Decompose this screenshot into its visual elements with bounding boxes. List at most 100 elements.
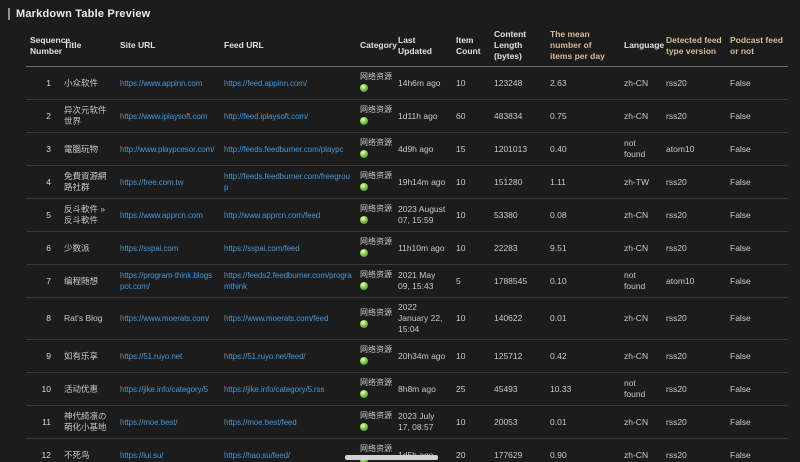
cell-language: zh-CN — [620, 406, 662, 439]
table-row: 9 如有乐享 https://51.ruyo.net https://51.ru… — [26, 340, 788, 373]
green-circle-icon — [360, 183, 368, 191]
green-circle-icon — [360, 320, 368, 328]
cell-category: 网络资源 — [356, 232, 394, 265]
table-row: 2 异次元软件世界 https://www.iplaysoft.com http… — [26, 100, 788, 133]
cell-item-count: 20 — [452, 439, 490, 462]
cell-content-length: 53380 — [490, 199, 546, 232]
cell-site-url: https://www.moerats.com/ — [116, 298, 220, 340]
cell-content-length: 123248 — [490, 67, 546, 100]
cell-category: 网络资源 — [356, 67, 394, 100]
url-link[interactable]: https://jike.info/category/5.rss — [224, 385, 324, 394]
cell-language: not found — [620, 133, 662, 166]
cell-mean-items: 0.01 — [546, 406, 620, 439]
cell-item-count: 10 — [452, 232, 490, 265]
cell-feed-type: atom10 — [662, 133, 726, 166]
cell-last-updated: 19h14m ago — [394, 166, 452, 199]
url-link[interactable]: https://sspai.com/feed — [224, 244, 300, 253]
url-link[interactable]: http://feeds.feedburner.com/playpc — [224, 145, 343, 154]
table-header: Sequence NumberTitleSite URLFeed URLCate… — [26, 25, 788, 67]
category-label: 网络资源 — [360, 104, 390, 115]
page-title: Markdown Table Preview — [16, 8, 150, 20]
cell-sequence-number: 8 — [26, 298, 60, 340]
url-link[interactable]: https://moe.best/feed — [224, 418, 297, 427]
cell-item-count: 10 — [452, 340, 490, 373]
cell-mean-items: 0.01 — [546, 298, 620, 340]
cell-language: zh-CN — [620, 232, 662, 265]
cell-content-length: 45493 — [490, 373, 546, 406]
cell-feed-url: http://feeds.feedburner.com/playpc — [220, 133, 356, 166]
cell-language: zh-TW — [620, 166, 662, 199]
table-row: 3 電腦玩物 http://www.playpcesor.com/ http:/… — [26, 133, 788, 166]
url-link[interactable]: https://sspai.com — [120, 244, 178, 253]
cell-feed-type: rss20 — [662, 100, 726, 133]
cell-item-count: 10 — [452, 166, 490, 199]
cell-item-count: 5 — [452, 265, 490, 298]
url-link[interactable]: http://www.apprcn.com/feed — [224, 211, 320, 220]
cell-title: 如有乐享 — [60, 340, 116, 373]
category-label: 网络资源 — [360, 269, 390, 280]
url-link[interactable]: https://51.ruyo.net — [120, 352, 182, 361]
table-row: 8 Rat's Blog https://www.moerats.com/ ht… — [26, 298, 788, 340]
cell-language: zh-CN — [620, 340, 662, 373]
url-link[interactable]: https://feed.appinn.com/ — [224, 79, 307, 88]
cell-language: zh-CN — [620, 199, 662, 232]
cell-category: 网络资源 — [356, 100, 394, 133]
cell-site-url: https://51.ruyo.net — [116, 340, 220, 373]
cell-title: 异次元软件世界 — [60, 100, 116, 133]
column-header-item_count: Item Count — [452, 25, 490, 67]
url-link[interactable]: https://www.apprcn.com — [120, 211, 203, 220]
table-row: 7 编程随想 https://program-think.blogspot.co… — [26, 265, 788, 298]
cell-language: zh-CN — [620, 298, 662, 340]
cell-mean-items: 0.40 — [546, 133, 620, 166]
url-link[interactable]: http://feed.iplaysoft.com/ — [224, 112, 308, 121]
url-link[interactable]: https://free.com.tw — [120, 178, 183, 187]
cell-feed-type: rss20 — [662, 166, 726, 199]
cell-feed-type: rss20 — [662, 67, 726, 100]
url-link[interactable]: https://jike.info/category/5 — [120, 385, 208, 394]
cell-feed-url: http://feeds.feedburner.com/freegroup — [220, 166, 356, 199]
preview-header: Markdown Table Preview — [0, 0, 800, 25]
cell-feed-url: https://sspai.com/feed — [220, 232, 356, 265]
url-link[interactable]: https://feeds2.feedburner.com/programthi… — [224, 271, 352, 291]
url-link[interactable]: https://iui.su/ — [120, 451, 163, 460]
cell-feed-url: https://51.ruyo.net/feed/ — [220, 340, 356, 373]
cell-last-updated: 2022 January 22, 15:04 — [394, 298, 452, 340]
cell-site-url: https://moe.best/ — [116, 406, 220, 439]
url-link[interactable]: https://www.moerats.com/feed — [224, 314, 328, 323]
cell-feed-type: rss20 — [662, 373, 726, 406]
column-header-last_updated: Last Updated — [394, 25, 452, 67]
cell-feed-type: rss20 — [662, 406, 726, 439]
url-link[interactable]: https://51.ruyo.net/feed/ — [224, 352, 306, 361]
cell-mean-items: 2.63 — [546, 67, 620, 100]
url-link[interactable]: http://feeds.feedburner.com/freegroup — [224, 172, 350, 192]
cell-podcast: False — [726, 265, 788, 298]
cell-content-length: 177629 — [490, 439, 546, 462]
cell-podcast: False — [726, 406, 788, 439]
cell-last-updated: 2021 May 09, 15:43 — [394, 265, 452, 298]
cell-content-length: 1201013 — [490, 133, 546, 166]
cell-title: 少数派 — [60, 232, 116, 265]
cell-sequence-number: 7 — [26, 265, 60, 298]
cell-podcast: False — [726, 67, 788, 100]
url-link[interactable]: https://program-think.blogspot.com/ — [120, 271, 212, 291]
cell-sequence-number: 11 — [26, 406, 60, 439]
url-link[interactable]: https://www.moerats.com/ — [120, 314, 209, 323]
horizontal-scrollbar-thumb[interactable] — [345, 455, 438, 460]
url-link[interactable]: https://hao.su/feed/ — [224, 451, 290, 460]
url-link[interactable]: https://moe.best/ — [120, 418, 177, 427]
cell-site-url: https://free.com.tw — [116, 166, 220, 199]
cell-content-length: 125712 — [490, 340, 546, 373]
url-link[interactable]: https://www.appinn.com — [120, 79, 202, 88]
cell-feed-url: https://feed.appinn.com/ — [220, 67, 356, 100]
table-row: 10 活动优惠 https://jike.info/category/5 htt… — [26, 373, 788, 406]
cell-title: 神代綺凛の萌化小基地 — [60, 406, 116, 439]
cell-sequence-number: 2 — [26, 100, 60, 133]
url-link[interactable]: https://www.iplaysoft.com — [120, 112, 207, 121]
table-row: 6 少数派 https://sspai.com https://sspai.co… — [26, 232, 788, 265]
url-link[interactable]: http://www.playpcesor.com/ — [120, 145, 214, 154]
cell-feed-type: rss20 — [662, 199, 726, 232]
cell-title: 不死鸟 — [60, 439, 116, 462]
cell-site-url: https://jike.info/category/5 — [116, 373, 220, 406]
cell-item-count: 15 — [452, 133, 490, 166]
cell-item-count: 60 — [452, 100, 490, 133]
